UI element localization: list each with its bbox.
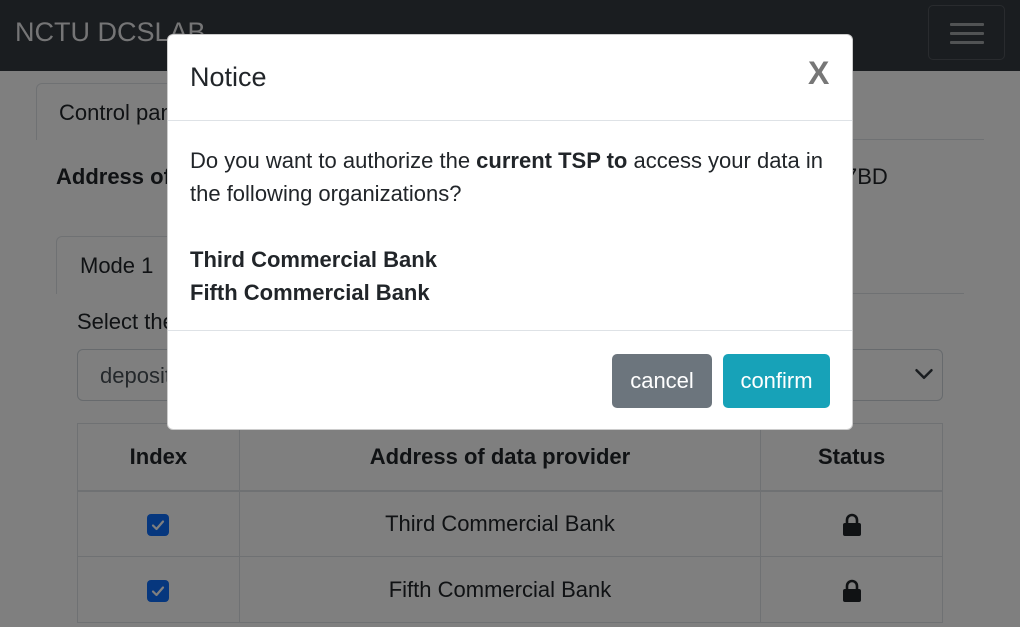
- cancel-button[interactable]: cancel: [612, 354, 712, 408]
- notice-modal: Notice X Do you want to authorize the cu…: [167, 34, 853, 430]
- modal-title: Notice: [190, 62, 267, 92]
- modal-body: Do you want to authorize the current TSP…: [190, 144, 830, 309]
- modal-header: Notice X: [168, 35, 852, 121]
- confirm-button[interactable]: confirm: [723, 354, 830, 408]
- close-icon[interactable]: X: [808, 55, 829, 92]
- organization-item: Third Commercial Bank: [190, 247, 437, 272]
- organization-item: Fifth Commercial Bank: [190, 280, 430, 305]
- question-pre: Do you want to authorize the: [190, 148, 477, 173]
- modal-footer: cancel confirm: [168, 330, 852, 430]
- question-emphasis: current TSP to: [476, 148, 628, 173]
- modal-question: Do you want to authorize the current TSP…: [190, 144, 830, 210]
